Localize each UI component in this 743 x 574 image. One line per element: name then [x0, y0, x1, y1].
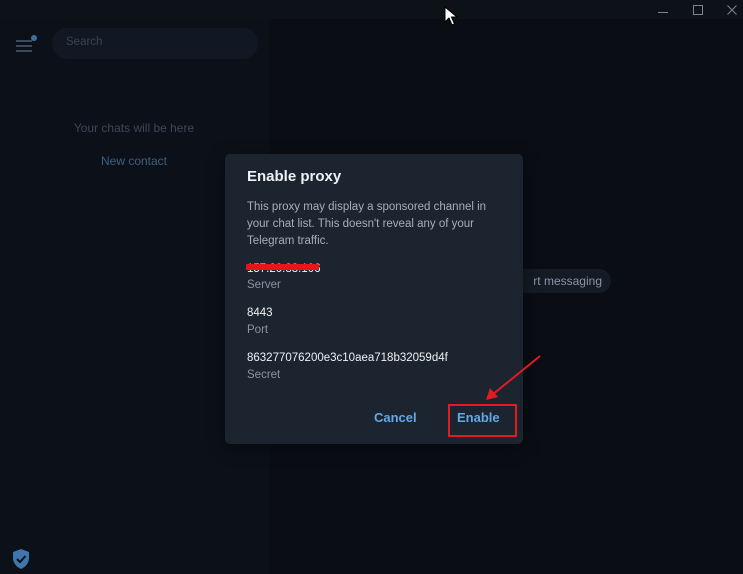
port-label: Port [247, 324, 269, 336]
port-value: 8443 [247, 307, 273, 319]
secret-label: Secret [247, 369, 281, 381]
main-menu-button[interactable] [12, 33, 38, 55]
dialog-description: This proxy may display a sponsored chann… [247, 201, 487, 247]
notification-dot [31, 35, 37, 41]
maximize-button[interactable] [680, 0, 716, 19]
enable-proxy-dialog: Enable proxy This proxy may display a sp… [225, 154, 523, 444]
empty-chats-text: Your chats will be here [73, 121, 195, 135]
minimize-button[interactable] [645, 0, 681, 19]
minimize-icon [658, 11, 668, 13]
close-button[interactable] [714, 0, 743, 19]
close-icon [727, 4, 737, 15]
secret-value: 863277076200e3c10aea718b32059d4f [247, 352, 448, 364]
shield-check-icon [13, 549, 29, 569]
dialog-title: Enable proxy [247, 168, 342, 185]
enable-button[interactable]: Enable [457, 410, 500, 425]
search-placeholder: Search [66, 36, 103, 48]
search-input[interactable]: Search [52, 28, 258, 59]
server-label: Server [247, 279, 281, 291]
cancel-button[interactable]: Cancel [374, 410, 417, 425]
redaction-mark [246, 264, 319, 270]
start-messaging-text: rt messaging [533, 274, 602, 288]
telegram-window: Search Your chats will be here New conta… [0, 0, 743, 574]
title-bar [0, 0, 743, 19]
proxy-status-button[interactable] [11, 548, 31, 570]
maximize-icon [693, 4, 703, 15]
